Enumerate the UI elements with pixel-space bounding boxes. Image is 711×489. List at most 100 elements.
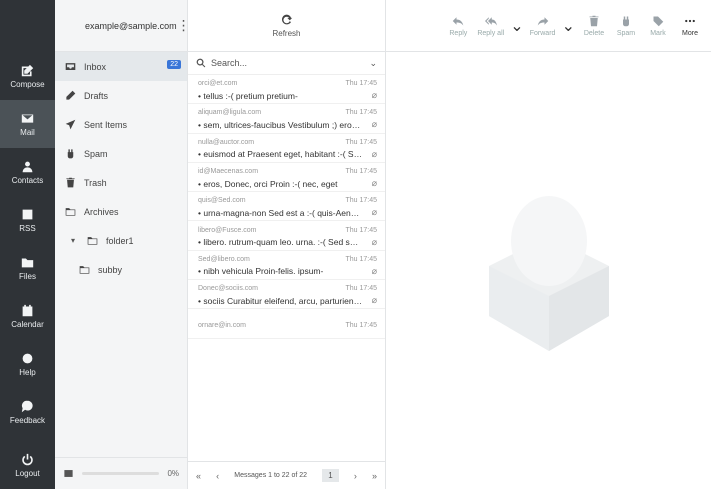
hand-icon bbox=[67, 149, 74, 159]
nav-compose[interactable]: Compose bbox=[0, 52, 55, 100]
message-subject: • nibh vehicula Proin-felis. ipsum- bbox=[198, 266, 324, 277]
search-bar[interactable]: Search... ⌄ bbox=[188, 52, 385, 75]
reply-button[interactable]: Reply bbox=[445, 15, 471, 37]
message-row[interactable]: Sed@libero.com Thu 17:45 • nibh vehicula P… bbox=[188, 251, 385, 281]
reply-all-button[interactable]: Reply all bbox=[477, 15, 504, 37]
folder-trash[interactable]: Trash bbox=[55, 168, 187, 197]
message-row[interactable]: Donec@sociis.com Thu 17:45 • sociis Curabi… bbox=[188, 280, 385, 310]
rss-icon bbox=[22, 209, 33, 219]
message-row[interactable]: ornare@in.com Thu 17:45 bbox=[188, 309, 385, 339]
nav-label: Compose bbox=[10, 79, 45, 89]
forward-dropdown-icon[interactable]: ⌄ bbox=[562, 16, 575, 36]
message-row[interactable]: id@Maecenas.com Thu 17:45 • eros, Donec, o… bbox=[188, 163, 385, 193]
message-row[interactable]: nulla@auctor.com Thu 17:45 • euismod at Pr… bbox=[188, 134, 385, 163]
paperclip-icon: ⌀ bbox=[371, 178, 377, 189]
nav-logout[interactable]: Logout bbox=[0, 441, 55, 489]
nav-contacts[interactable]: Contacts bbox=[0, 148, 55, 196]
folder-label: Spam bbox=[84, 148, 108, 159]
folder-drafts[interactable]: Drafts bbox=[55, 81, 187, 110]
nav-label: RSS bbox=[19, 223, 36, 233]
nav-label: Files bbox=[19, 271, 36, 281]
reply-all-dropdown-icon[interactable]: ⌄ bbox=[510, 16, 523, 36]
folder-subby[interactable]: subby bbox=[55, 255, 187, 284]
nav-mail[interactable]: Mail bbox=[0, 100, 55, 148]
paperclip-icon: ⌀ bbox=[371, 119, 377, 130]
folder-label: Archives bbox=[84, 206, 119, 217]
last-page-button[interactable]: » bbox=[372, 471, 377, 481]
more-button[interactable]: More bbox=[677, 15, 703, 37]
feedback-icon bbox=[21, 400, 33, 412]
mark-label: Mark bbox=[650, 29, 666, 37]
nav-help[interactable]: Help bbox=[0, 340, 55, 388]
forward-icon bbox=[537, 16, 548, 25]
page-number[interactable]: 1 bbox=[322, 469, 339, 482]
refresh-icon bbox=[281, 14, 293, 25]
message-sender: aliquam@ligula.com bbox=[198, 109, 262, 117]
nav-label: Help bbox=[19, 367, 36, 377]
reply-label: Reply bbox=[449, 29, 468, 37]
chevron-down-icon[interactable]: ▾ bbox=[71, 236, 79, 245]
message-list-pane: Refresh Search... ⌄ orci@et.com Thu 17:45… bbox=[188, 0, 386, 489]
reply-all-icon bbox=[484, 16, 497, 25]
unread-count-badge: 22 bbox=[167, 60, 181, 69]
paperclip-icon: ⌀ bbox=[371, 265, 377, 276]
paperclip-icon: ⌀ bbox=[371, 148, 377, 159]
delete-label: Delete bbox=[583, 29, 605, 37]
message-date: Thu 17:45 bbox=[345, 138, 377, 146]
nav-label: Calendar bbox=[11, 319, 44, 329]
calendar-icon bbox=[22, 304, 33, 316]
message-subject: • libero. rutrum-quam leo. urna. :-( Sed… bbox=[198, 237, 363, 248]
spam-button[interactable]: Spam bbox=[613, 15, 639, 37]
next-page-button[interactable]: › bbox=[354, 471, 357, 481]
folder-pane: example@sample.com ⋮ Inbox 22 Drafts Sen… bbox=[55, 0, 191, 489]
message-sender: id@Maecenas.com bbox=[198, 168, 259, 176]
refresh-button[interactable]: Refresh bbox=[188, 0, 385, 52]
power-icon bbox=[22, 453, 33, 465]
folder-label: Sent Items bbox=[84, 119, 128, 130]
pagination-info: Messages 1 to 22 of 22 bbox=[234, 472, 308, 479]
paperclip-icon: ⌀ bbox=[371, 90, 377, 101]
mail-icon bbox=[21, 113, 34, 123]
prev-page-button[interactable]: ‹ bbox=[216, 471, 219, 481]
paperclip-icon: ⌀ bbox=[371, 236, 377, 247]
folder-archives[interactable]: Archives bbox=[55, 197, 187, 226]
chevron-down-icon[interactable]: ⌄ bbox=[369, 58, 377, 69]
forward-button[interactable]: Forward bbox=[530, 15, 556, 37]
message-subject: • sociis Curabitur eleifend, arcu, partu… bbox=[198, 295, 363, 306]
reply-all-label: Reply all bbox=[477, 29, 505, 37]
message-row[interactable]: aliquam@ligula.com Thu 17:45 • sem, ultric… bbox=[188, 104, 385, 134]
first-page-button[interactable]: « bbox=[196, 471, 201, 481]
delete-button[interactable]: Delete bbox=[581, 15, 607, 37]
forward-label: Forward bbox=[529, 29, 556, 37]
folder-spam[interactable]: Spam bbox=[55, 139, 187, 168]
mark-button[interactable]: Mark bbox=[645, 15, 671, 37]
nav-feedback[interactable]: Feedback bbox=[0, 388, 55, 436]
pencil-icon bbox=[66, 90, 76, 100]
search-input[interactable]: Search... bbox=[211, 58, 364, 68]
folder-inbox[interactable]: Inbox 22 bbox=[55, 52, 187, 81]
folder-icon bbox=[79, 266, 90, 274]
nav-label: Contacts bbox=[11, 175, 44, 185]
message-row[interactable]: quis@Sed.com Thu 17:45 • urna-magna-non Se… bbox=[188, 192, 385, 222]
message-list: orci@et.com Thu 17:45 • tellus :-( pretium… bbox=[188, 75, 385, 339]
folder-folder1[interactable]: ▾ folder1 bbox=[55, 226, 187, 255]
message-sender: orci@et.com bbox=[198, 80, 238, 88]
nav-calendar[interactable]: Calendar bbox=[0, 292, 55, 340]
quota-bar bbox=[82, 472, 160, 475]
nav-files[interactable]: Files bbox=[0, 244, 55, 292]
message-toolbar: Reply Reply all ⌄ Forward ⌄ Delete Spam bbox=[386, 0, 711, 52]
message-row[interactable]: libero@Fusce.com Thu 17:45 • libero. rutru… bbox=[188, 221, 385, 251]
paperclip-icon: ⌀ bbox=[371, 295, 377, 306]
inbox-icon bbox=[65, 63, 76, 70]
folder-sent[interactable]: Sent Items bbox=[55, 110, 187, 139]
contacts-icon bbox=[22, 161, 33, 172]
nav-label: Mail bbox=[20, 127, 35, 137]
nav-rss[interactable]: RSS bbox=[0, 196, 55, 244]
message-sender: quis@Sed.com bbox=[198, 197, 246, 205]
message-date: Thu 17:45 bbox=[345, 109, 377, 117]
message-row[interactable]: orci@et.com Thu 17:45 • tellus :-( pretium… bbox=[188, 75, 385, 105]
account-header: example@sample.com ⋮ bbox=[55, 0, 191, 52]
tag-icon bbox=[653, 16, 664, 26]
message-date: Thu 17:45 bbox=[345, 321, 377, 329]
message-sender: nulla@auctor.com bbox=[198, 138, 255, 146]
